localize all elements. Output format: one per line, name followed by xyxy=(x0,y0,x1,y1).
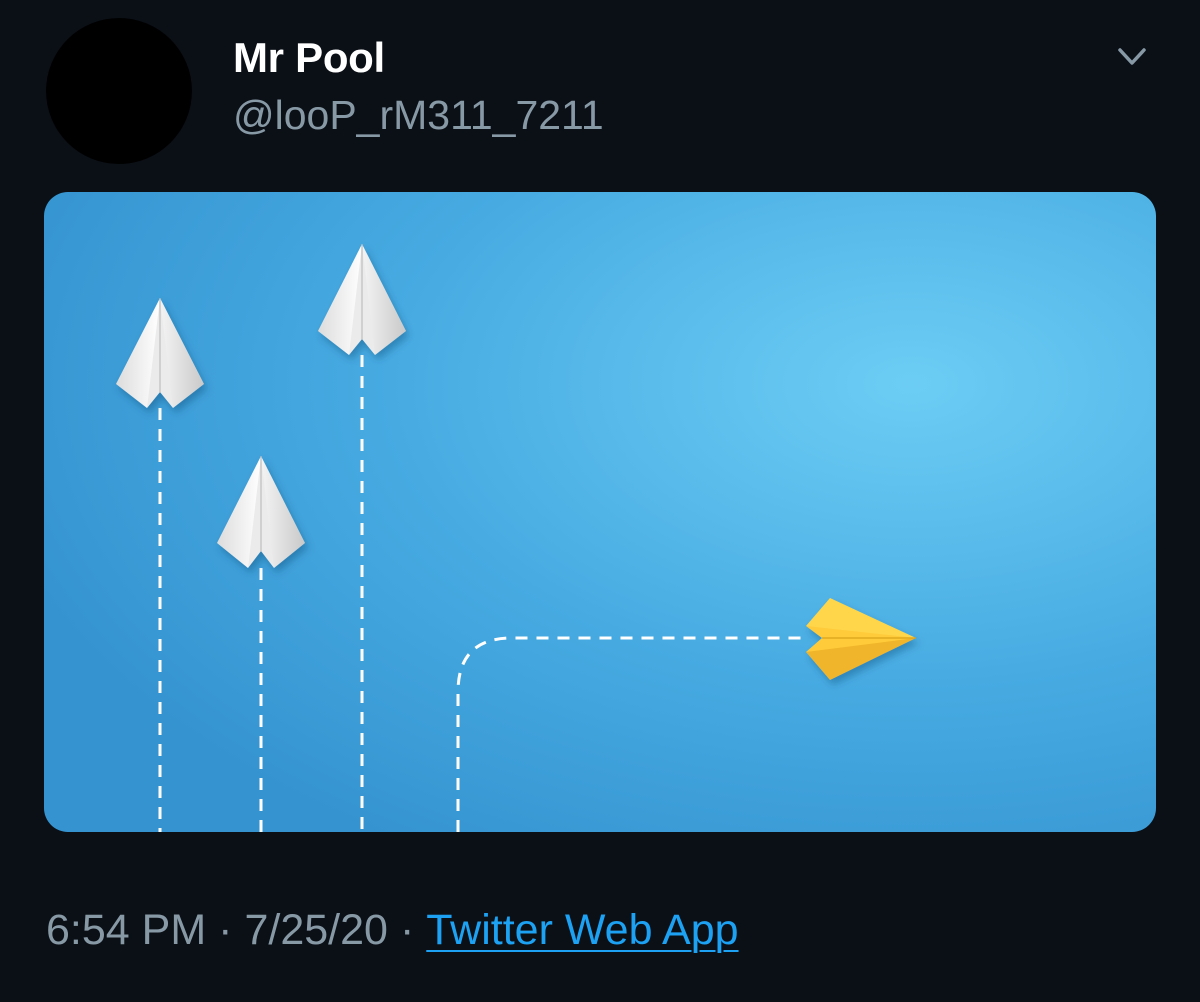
author-handle[interactable]: @looP_rM311_7211 xyxy=(233,88,604,142)
tweet-metadata: 6:54 PM · 7/25/20 · Twitter Web App xyxy=(46,902,739,958)
tweet-card: Mr Pool @looP_rM311_7211 6:54 PM · 7/25/… xyxy=(0,0,1200,1002)
chevron-down-icon xyxy=(1118,48,1146,65)
author-display-name[interactable]: Mr Pool xyxy=(233,32,385,84)
tweet-media-image[interactable] xyxy=(44,192,1156,832)
tweet-date: 7/25/20 xyxy=(244,906,388,954)
paper-planes-illustration xyxy=(44,192,1156,832)
tweet-source-link[interactable]: Twitter Web App xyxy=(426,906,738,954)
tweet-menu-button[interactable] xyxy=(1110,38,1154,78)
separator: · xyxy=(218,906,233,954)
avatar[interactable] xyxy=(46,18,192,164)
tweet-time: 6:54 PM xyxy=(46,906,207,954)
separator: · xyxy=(399,906,415,954)
